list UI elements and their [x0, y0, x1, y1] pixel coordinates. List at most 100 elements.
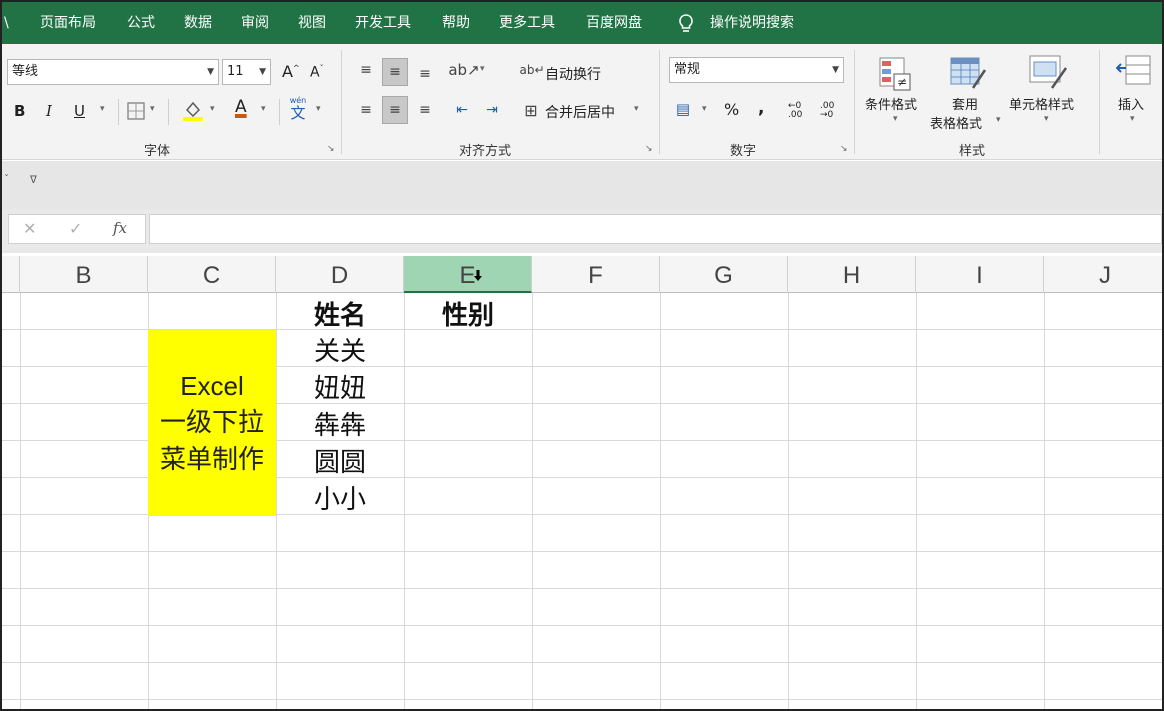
cell-e-header[interactable]: 性别 [404, 295, 532, 332]
cell-name[interactable]: 妞妞 [276, 368, 404, 405]
cell-name[interactable]: 犇犇 [276, 405, 404, 442]
menu-item-view[interactable]: 视图 [298, 14, 326, 32]
merged-title-cell[interactable]: Excel 一级下拉 菜单制作 [148, 330, 276, 516]
tell-me-search[interactable]: 操作说明搜索 [710, 14, 794, 32]
title-line: 菜单制作 [159, 444, 264, 475]
decrease-indent-icon[interactable]: ⇤ [450, 98, 474, 122]
font-size-dropdown[interactable]: 11 ▼ [222, 59, 271, 85]
divider [168, 99, 169, 125]
chevron-down-icon: ▼ [832, 65, 839, 75]
orientation-icon[interactable]: ab↗ [448, 58, 479, 82]
cell-name[interactable]: 小小 [276, 479, 404, 516]
cancel-icon[interactable]: ✕ [23, 219, 36, 238]
fill-color-icon[interactable] [182, 98, 204, 122]
conditional-format-icon[interactable]: ≠ [878, 56, 914, 92]
chevron-down-icon[interactable]: ▾ [893, 114, 898, 124]
wrap-text-icon[interactable]: ab↵ [519, 58, 544, 82]
decrease-decimal-button[interactable]: .00 →0 [820, 102, 842, 120]
chevron-down-icon[interactable]: ▾ [996, 115, 1001, 125]
shrink-font-button[interactable]: Aˇ [310, 64, 324, 81]
cell-name[interactable]: 关关 [276, 331, 404, 368]
column-header-d[interactable]: D [276, 256, 404, 293]
chevron-down-icon[interactable]: ▾ [210, 104, 215, 114]
align-middle-icon[interactable]: ≡ [382, 58, 408, 86]
menu-item-formulas[interactable]: 公式 [127, 14, 155, 32]
grid-line [20, 293, 21, 709]
menu-item-page-layout[interactable]: 页面布局 [40, 14, 96, 32]
font-color-button[interactable]: A [235, 97, 247, 117]
merge-center-button[interactable]: 合并后居中 [545, 102, 615, 122]
worksheet-grid[interactable]: 姓名 性别 关关 妞妞 犇犇 圆圆 小小 Excel 一级下拉 菜单制作 [2, 293, 1162, 709]
italic-button[interactable]: I [46, 102, 52, 120]
column-header-g[interactable]: G [660, 256, 788, 293]
customize-qat-icon[interactable]: ᐁ [30, 175, 37, 186]
grow-font-button[interactable]: A^ [282, 62, 300, 81]
chevron-down-icon[interactable]: ▾ [702, 104, 707, 114]
excel-window: \ 页面布局 公式 数据 审阅 视图 开发工具 帮助 更多工具 百度网盘 操作说… [0, 0, 1164, 711]
column-header-f[interactable]: F [532, 256, 660, 293]
align-top-icon[interactable]: ≡ [354, 58, 378, 82]
bold-button[interactable]: B [14, 102, 25, 120]
chevron-down-icon[interactable]: ˇ [4, 174, 9, 185]
format-as-table-icon[interactable] [949, 56, 987, 92]
insert-cells-icon[interactable] [1116, 54, 1152, 88]
insert-function-icon[interactable]: fx [113, 219, 127, 237]
column-header-h[interactable]: H [788, 256, 916, 293]
chevron-down-icon[interactable]: ▾ [634, 104, 639, 114]
menu-item-review[interactable]: 审阅 [241, 14, 269, 32]
column-header-b[interactable]: B [20, 256, 148, 293]
menu-item-help[interactable]: 帮助 [442, 14, 470, 32]
dialog-launcher-icon[interactable]: ↘ [840, 144, 848, 154]
chevron-down-icon[interactable]: ▾ [100, 104, 105, 114]
menu-item-more-tools[interactable]: 更多工具 [499, 14, 555, 32]
grid-line [404, 293, 405, 709]
font-name-dropdown[interactable]: 等线 ▼ [7, 59, 219, 85]
cell-name[interactable]: 圆圆 [276, 442, 404, 479]
column-header-i[interactable]: I [916, 256, 1044, 293]
grid-line [660, 293, 661, 709]
enter-icon[interactable]: ✓ [69, 219, 82, 238]
merge-center-icon[interactable]: ⊞ [520, 99, 542, 121]
phonetic-button[interactable]: wén 文 [288, 96, 308, 122]
insert-button[interactable]: 插入 [1118, 94, 1144, 113]
chevron-down-icon[interactable]: ▾ [150, 104, 155, 114]
column-header-j[interactable]: J [1044, 256, 1162, 293]
select-all-corner[interactable] [2, 256, 20, 293]
menu-item-baidu-netdisk[interactable]: 百度网盘 [586, 14, 642, 32]
underline-button[interactable]: U [74, 102, 85, 120]
cell-styles-icon[interactable] [1028, 52, 1068, 92]
increase-indent-icon[interactable]: ⇥ [480, 98, 504, 122]
name-box[interactable]: ✕ ✓ fx [8, 214, 146, 244]
chevron-down-icon[interactable]: ▾ [316, 104, 321, 114]
cell-styles-button[interactable]: 单元格样式 [1009, 94, 1074, 113]
align-bottom-icon[interactable]: ≡ [413, 62, 437, 86]
percent-button[interactable]: % [724, 100, 739, 119]
chevron-down-icon: ▼ [259, 67, 266, 77]
dialog-launcher-icon[interactable]: ↘ [327, 144, 335, 154]
align-right-icon[interactable]: ≡ [413, 98, 437, 122]
format-as-table-button-line2[interactable]: 表格格式 [930, 113, 982, 132]
column-header-c[interactable]: C [148, 256, 276, 293]
number-format-dropdown[interactable]: 常规 ▼ [669, 57, 844, 83]
lightbulb-icon[interactable] [678, 13, 694, 35]
chevron-down-icon[interactable]: ▾ [1130, 114, 1135, 124]
dialog-launcher-icon[interactable]: ↘ [645, 144, 653, 154]
align-left-icon[interactable]: ≡ [354, 98, 378, 122]
increase-decimal-button[interactable]: ←0 .00 [788, 102, 810, 120]
formula-input[interactable] [149, 214, 1162, 244]
borders-icon[interactable] [127, 102, 145, 120]
column-header-e[interactable]: E [404, 256, 532, 293]
align-center-icon[interactable]: ≡ [382, 96, 408, 124]
menu-item-partial[interactable]: \ [4, 14, 9, 32]
cell-d-header[interactable]: 姓名 [276, 295, 404, 332]
chevron-down-icon[interactable]: ▾ [480, 64, 485, 74]
format-as-table-button-line1[interactable]: 套用 [952, 94, 978, 113]
chevron-down-icon[interactable]: ▾ [1044, 114, 1049, 124]
menu-item-data[interactable]: 数据 [184, 14, 212, 32]
comma-button[interactable]: , [758, 98, 764, 118]
conditional-format-button[interactable]: 条件格式 [865, 94, 917, 113]
menu-item-developer[interactable]: 开发工具 [355, 14, 411, 32]
wrap-text-button[interactable]: 自动换行 [545, 64, 601, 84]
accounting-format-icon[interactable]: ▤ [672, 98, 694, 120]
chevron-down-icon[interactable]: ▾ [261, 104, 266, 114]
